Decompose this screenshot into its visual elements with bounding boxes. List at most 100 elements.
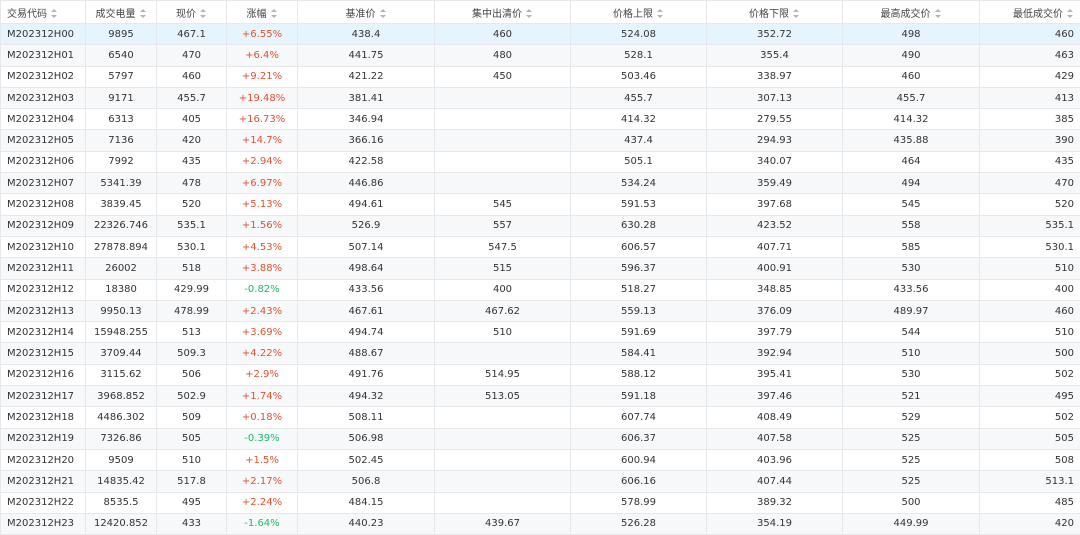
cell-lowest-price: 420 — [979, 512, 1080, 535]
cell-change: -1.64% — [226, 512, 298, 535]
cell-volume: 5341.39 — [85, 172, 157, 195]
column-header-volume[interactable]: 成交电量 — [85, 0, 157, 24]
cell-price-upper: 630.28 — [570, 214, 707, 237]
cell-price-lower: 338.97 — [706, 65, 843, 88]
cell-base-price: 494.74 — [297, 321, 435, 344]
table-row[interactable]: M202312H00 9895 467.1 +6.55% 438.4 460 524.08 3… — [0, 22, 1080, 46]
cell-lowest-price: 435 — [979, 150, 1080, 174]
cell-price-lower: 348.85 — [706, 278, 843, 301]
column-header-label: 集中出清价 — [472, 8, 522, 20]
cell-lowest-price: 390 — [979, 129, 1080, 152]
table-row[interactable]: M202312H17 3968.852 502.9 +1.74% 494.32 513.0… — [0, 385, 1080, 408]
sort-icon[interactable] — [139, 9, 147, 18]
cell-price-upper: 518.27 — [570, 278, 707, 301]
cell-clearing-price: 480 — [434, 44, 571, 67]
column-header-change[interactable]: 涨幅 — [226, 0, 298, 24]
cell-volume: 3709.44 — [85, 342, 157, 365]
sort-icon[interactable] — [934, 9, 942, 18]
cell-change: +1.74% — [226, 385, 298, 408]
cell-clearing-price: 513.05 — [434, 385, 571, 408]
table-row[interactable]: M202312H05 7136 420 +14.7% 366.16 437.4 294.93… — [0, 129, 1080, 152]
sort-icon[interactable] — [200, 9, 207, 18]
column-header-label: 最高成交价 — [880, 8, 931, 20]
table-row[interactable]: M202312H16 3115.62 506 +2.9% 491.76 514.95 588… — [0, 363, 1080, 387]
cell-price-lower: 403.96 — [706, 448, 843, 472]
cell-price-upper: 591.18 — [570, 385, 707, 408]
cell-highest-price: 545 — [842, 193, 980, 216]
table-row[interactable]: M202312H10 27878.894 530.1 +4.53% 507.14 547.… — [0, 235, 1080, 259]
sort-icon[interactable] — [270, 9, 278, 18]
cell-clearing-price — [434, 86, 571, 110]
cell-price-upper: 437.4 — [570, 129, 707, 152]
table-row[interactable]: M202312H09 22326.746 535.1 +1.56% 526.9 557 63… — [0, 214, 1080, 237]
cell-clearing-price: 514.95 — [434, 363, 571, 387]
cell-price-lower: 400.91 — [706, 257, 843, 280]
cell-code: M202312H04 — [0, 108, 86, 131]
cell-volume: 27878.894 — [85, 235, 157, 259]
cell-clearing-price — [434, 470, 571, 493]
cell-price-upper: 505.1 — [570, 150, 707, 174]
table-row[interactable]: M202312H14 15948.255 513 +3.69% 494.74 510 591… — [0, 321, 1080, 344]
sort-icon[interactable] — [657, 9, 664, 18]
sort-icon[interactable] — [793, 9, 800, 18]
table-row[interactable]: M202312H23 12420.852 433 -1.64% 440.23 439.67… — [0, 512, 1080, 535]
cell-price-lower: 389.32 — [706, 491, 843, 514]
cell-highest-price: 494 — [842, 172, 980, 195]
cell-highest-price: 490 — [842, 44, 980, 67]
cell-base-price: 491.76 — [297, 363, 435, 387]
column-header-price-lower[interactable]: 价格下限 — [706, 0, 843, 24]
table-row[interactable]: M202312H06 7992 435 +2.94% 422.58 505.1 340.07… — [0, 150, 1080, 174]
cell-volume: 14835.42 — [85, 470, 157, 493]
cell-change: +4.22% — [226, 342, 298, 365]
cell-code: M202312H08 — [0, 193, 86, 216]
cell-clearing-price: 460 — [434, 22, 571, 46]
table-row[interactable]: M202312H01 6540 470 +6.4% 441.75 480 528.1 355.… — [0, 44, 1080, 67]
table-row[interactable]: M202312H20 9509 510 +1.5% 502.45 600.94 403.96… — [0, 448, 1080, 472]
column-header-price-upper[interactable]: 价格上限 — [570, 0, 707, 24]
table-row[interactable]: M202312H19 7326.86 505 -0.39% 506.98 606.37 40… — [0, 427, 1080, 450]
table-row[interactable]: M202312H21 14835.42 517.8 +2.17% 506.8 606.16… — [0, 470, 1080, 493]
table-row[interactable]: M202312H18 4486.302 509 +0.18% 508.11 607.74 4… — [0, 406, 1080, 429]
column-header-label: 最低成交价 — [1013, 8, 1063, 20]
column-header-clearing-price[interactable]: 集中出清价 — [434, 0, 571, 24]
column-header-base-price[interactable]: 基准价 — [297, 0, 435, 24]
cell-price: 478.99 — [156, 299, 227, 323]
cell-volume: 7136 — [85, 129, 157, 152]
cell-change: +2.24% — [226, 491, 298, 514]
cell-change: +2.17% — [226, 470, 298, 493]
table-row[interactable]: M202312H07 5341.39 478 +6.97% 446.86 534.24 35… — [0, 172, 1080, 195]
cell-base-price: 446.86 — [297, 172, 435, 195]
sort-icon[interactable] — [1067, 9, 1074, 18]
cell-price-upper: 607.74 — [570, 406, 707, 429]
cell-base-price: 440.23 — [297, 512, 435, 535]
column-header-code[interactable]: 交易代码 — [0, 0, 86, 24]
cell-volume: 7326.86 — [85, 427, 157, 450]
table-row[interactable]: M202312H11 26002 518 +3.88% 498.64 515 596.37 4… — [0, 257, 1080, 280]
column-header-highest-price[interactable]: 最高成交价 — [842, 0, 980, 24]
cell-volume: 9950.13 — [85, 299, 157, 323]
column-header-price[interactable]: 现价 — [156, 0, 227, 24]
cell-change: +6.97% — [226, 172, 298, 195]
cell-volume: 3115.62 — [85, 363, 157, 387]
cell-clearing-price — [434, 108, 571, 131]
cell-code: M202312H02 — [0, 65, 86, 88]
table-row[interactable]: M202312H02 5797 460 +9.21% 421.22 450 503.46 33… — [0, 65, 1080, 88]
table-row[interactable]: M202312H03 9171 455.7 +19.48% 381.41 455.7 307… — [0, 86, 1080, 110]
sort-icon[interactable] — [526, 9, 533, 18]
cell-base-price: 346.94 — [297, 108, 435, 131]
cell-price-upper: 584.41 — [570, 342, 707, 365]
table-row[interactable]: M202312H04 6313 405 +16.73% 346.94 414.32 279.… — [0, 108, 1080, 131]
cell-price-upper: 455.7 — [570, 86, 707, 110]
table-row[interactable]: M202312H22 8535.5 495 +2.24% 484.15 578.99 389… — [0, 491, 1080, 514]
column-header-lowest-price[interactable]: 最低成交价 — [979, 0, 1080, 24]
sort-icon[interactable] — [379, 9, 387, 18]
table-row[interactable]: M202312H15 3709.44 509.3 +4.22% 488.67 584.41… — [0, 342, 1080, 365]
sort-icon[interactable] — [51, 9, 58, 18]
cell-clearing-price — [434, 150, 571, 174]
table-row[interactable]: M202312H12 18380 429.99 -0.82% 433.56 400 518.… — [0, 278, 1080, 301]
table-row[interactable]: M202312H13 9950.13 478.99 +2.43% 467.61 467.6… — [0, 299, 1080, 323]
table-row[interactable]: M202312H08 3839.45 520 +5.13% 494.61 545 591.5… — [0, 193, 1080, 216]
cell-volume: 22326.746 — [85, 214, 157, 237]
cell-clearing-price: 515 — [434, 257, 571, 280]
column-header-label: 价格上限 — [613, 8, 653, 20]
